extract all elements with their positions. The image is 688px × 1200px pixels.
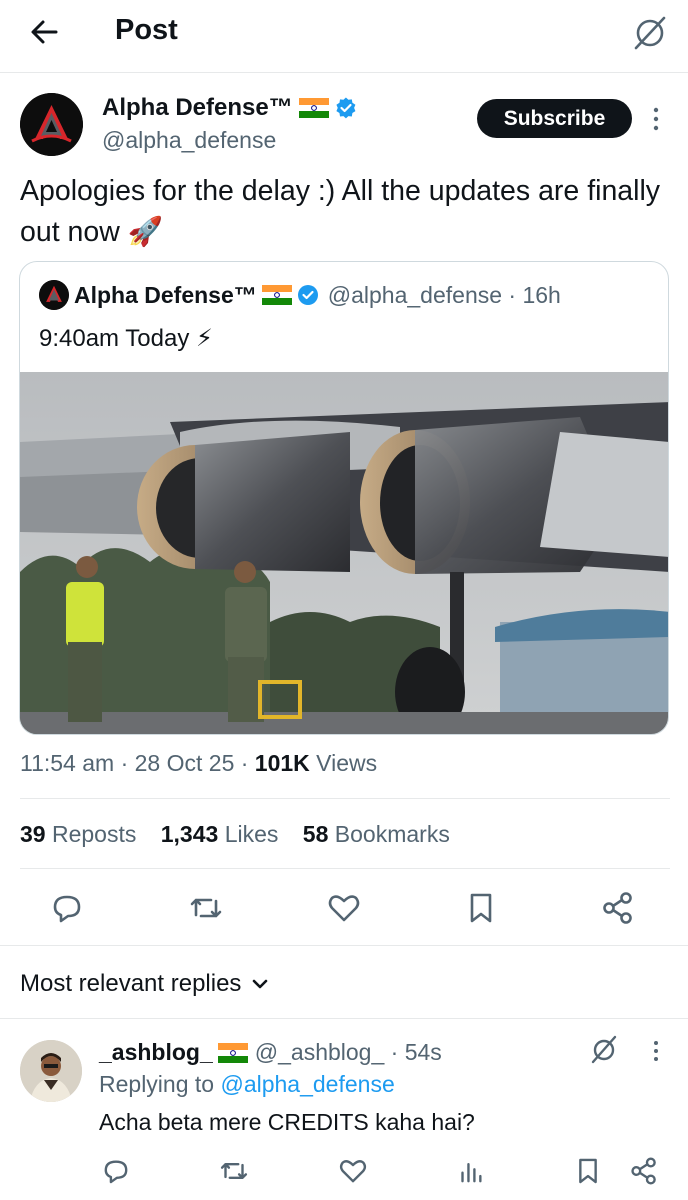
bookmark-icon[interactable] (461, 888, 501, 928)
share-icon[interactable] (598, 888, 638, 928)
quoted-post-header: Alpha Defense™ @alpha_defense · 16h (39, 280, 561, 310)
views-label: Views (309, 750, 378, 776)
replies-sort-dropdown[interactable]: Most relevant replies (20, 970, 269, 998)
reply-author-avatar[interactable] (20, 1040, 82, 1102)
author-name-row: Alpha Defense™ (102, 94, 357, 122)
quoted-post-text: 9:40am Today ⚡ (39, 325, 213, 352)
reply-text: Acha beta mere CREDITS kaha hai? (99, 1109, 475, 1135)
more-options-icon[interactable] (645, 1038, 667, 1064)
top-bar: Post (0, 0, 688, 73)
india-flag-icon (298, 98, 329, 118)
author-name[interactable]: Alpha Defense™ (102, 94, 293, 122)
quoted-author-avatar (39, 280, 69, 310)
reply-icon[interactable] (47, 888, 87, 928)
author-handle[interactable]: @alpha_defense (102, 127, 276, 154)
replying-to: Replying to @alpha_defense (99, 1071, 395, 1098)
bookmarks-stat[interactable]: 58 Bookmarks (303, 821, 450, 847)
post-timestamp: 11:54 am · 28 Oct 25 · (20, 750, 255, 776)
divider (20, 868, 670, 869)
author-avatar[interactable] (20, 93, 83, 156)
reposts-stat[interactable]: 39 Reposts (20, 821, 136, 847)
subscribe-button[interactable]: Subscribe (477, 99, 632, 138)
india-flag-icon (261, 285, 292, 305)
reply-header: _ashblog_ @_ashblog_ · 54s (99, 1039, 442, 1066)
divider (20, 798, 670, 799)
quoted-author-handle: @alpha_defense · 16h (327, 281, 561, 308)
replies-sort-label: Most relevant replies (20, 970, 242, 997)
post-stats: 39 Reposts 1,343 Likes 58 Bookmarks (20, 821, 468, 848)
page-title: Post (115, 14, 178, 46)
quoted-post[interactable]: Alpha Defense™ @alpha_defense · 16h 9:40… (19, 261, 669, 735)
india-flag-icon (217, 1042, 248, 1063)
reply-author-name[interactable]: _ashblog_ (99, 1039, 213, 1066)
repost-icon[interactable] (186, 888, 226, 928)
reply-icon[interactable] (99, 1154, 133, 1188)
replying-to-prefix: Replying to (99, 1071, 221, 1097)
views-count: 101K (254, 750, 310, 776)
chevron-down-icon (251, 970, 269, 998)
grok-icon[interactable] (588, 1033, 620, 1065)
repost-icon[interactable] (217, 1154, 251, 1188)
views-icon[interactable] (454, 1154, 488, 1188)
divider (0, 1018, 688, 1019)
jet-engine-photo[interactable] (20, 372, 668, 734)
likes-stat[interactable]: 1,343 Likes (161, 821, 279, 847)
post-meta: 11:54 am · 28 Oct 25 · 101K Views (20, 750, 377, 777)
like-icon[interactable] (324, 888, 364, 928)
more-options-icon[interactable] (644, 104, 668, 134)
replying-to-link[interactable]: @alpha_defense (220, 1071, 394, 1097)
grok-icon[interactable] (628, 12, 672, 52)
verified-badge-icon (335, 97, 357, 119)
verified-badge-icon (297, 284, 319, 306)
divider (0, 945, 688, 946)
post-text: Apologies for the delay :) All the updat… (20, 175, 661, 248)
back-arrow-icon[interactable] (24, 12, 68, 52)
share-icon[interactable] (627, 1154, 661, 1188)
reply-author-handle[interactable]: @_ashblog_ · 54s (255, 1039, 442, 1066)
quoted-author-name: Alpha Defense™ (74, 281, 257, 308)
bookmark-icon[interactable] (571, 1154, 605, 1188)
like-icon[interactable] (336, 1154, 370, 1188)
